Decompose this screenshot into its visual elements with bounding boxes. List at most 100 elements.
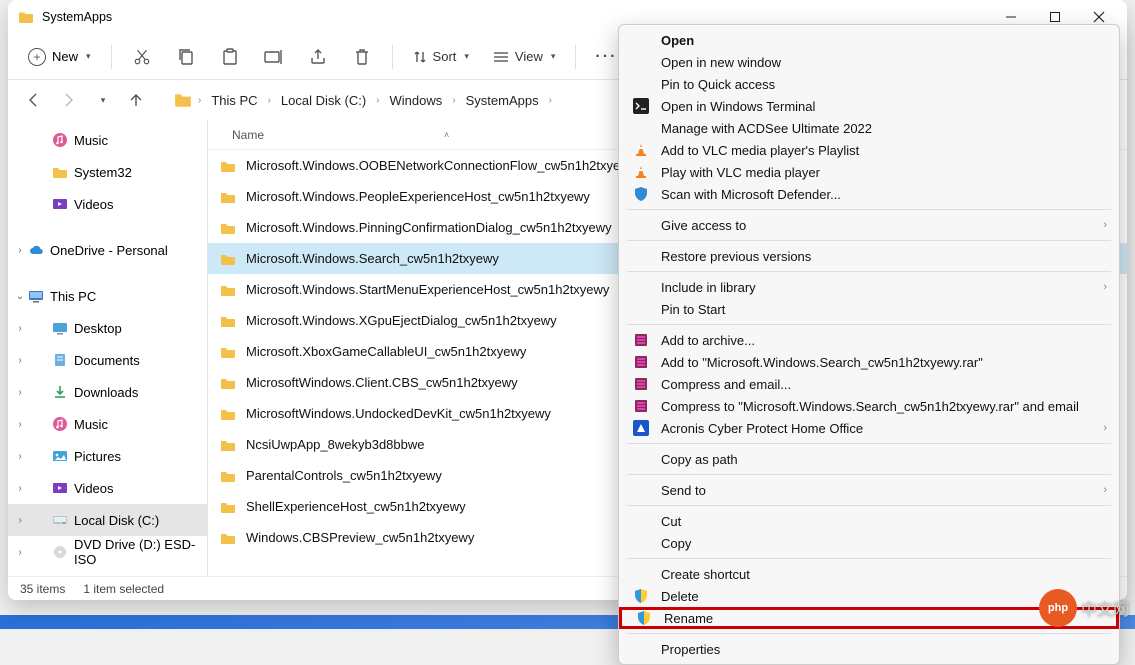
forward-button[interactable]	[52, 84, 84, 116]
menu-item[interactable]: Scan with Microsoft Defender...	[619, 183, 1119, 205]
menu-item[interactable]: Open in Windows Terminal	[619, 95, 1119, 117]
sidebar[interactable]: Music System32Videos › OneDrive - Personal ⌄…	[8, 120, 208, 576]
chevron-right-icon[interactable]: ›	[12, 419, 28, 430]
breadcrumb-item[interactable]: Local Disk (C:)	[277, 91, 370, 110]
menu-item[interactable]: Properties	[619, 638, 1119, 660]
sidebar-item[interactable]: ›Videos	[8, 472, 207, 504]
new-label: New	[52, 49, 78, 64]
chevron-right-icon[interactable]: ›	[12, 245, 28, 256]
watermark-text: 中文网	[1081, 596, 1129, 620]
menu-item[interactable]: Cut	[619, 510, 1119, 532]
sidebar-item[interactable]: ›Local Disk (C:)	[8, 504, 207, 536]
sidebar-item[interactable]: ›Downloads	[8, 376, 207, 408]
sort-button[interactable]: Sort ▾	[403, 43, 479, 70]
menu-item[interactable]: Compress to "Microsoft.Windows.Search_cw…	[619, 395, 1119, 417]
desktop-icon	[52, 320, 68, 336]
menu-separator	[627, 324, 1111, 325]
sidebar-item[interactable]: Music	[8, 124, 207, 156]
menu-item-label: Compress to "Microsoft.Windows.Search_cw…	[661, 399, 1079, 414]
menu-separator	[627, 633, 1111, 634]
sidebar-item-label: Music	[74, 417, 108, 432]
menu-item-label: Properties	[661, 642, 720, 657]
cloud-icon	[28, 242, 44, 258]
sidebar-item[interactable]: ›DVD Drive (D:) ESD-ISO	[8, 536, 207, 568]
menu-item[interactable]: Open	[619, 29, 1119, 51]
menu-item-label: Play with VLC media player	[661, 165, 820, 180]
menu-item[interactable]: Manage with ACDSee Ultimate 2022	[619, 117, 1119, 139]
menu-item[interactable]: Acronis Cyber Protect Home Office›	[619, 417, 1119, 439]
menu-item[interactable]: Compress and email...	[619, 373, 1119, 395]
paste-button[interactable]	[210, 39, 250, 75]
menu-item-label: Cut	[661, 514, 681, 529]
menu-item[interactable]: Copy as path	[619, 448, 1119, 470]
menu-item[interactable]: Give access to›	[619, 214, 1119, 236]
menu-item[interactable]: Play with VLC media player	[619, 161, 1119, 183]
cut-button[interactable]	[122, 39, 162, 75]
recent-dropdown[interactable]: ▾	[86, 84, 118, 116]
menu-item[interactable]: Include in library›	[619, 276, 1119, 298]
chevron-right-icon: ›	[452, 95, 455, 106]
sidebar-item-label: OneDrive - Personal	[50, 243, 168, 258]
vlc-icon	[633, 164, 649, 180]
context-menu[interactable]: OpenOpen in new windowPin to Quick acces…	[618, 24, 1120, 665]
new-button[interactable]: + New ▾	[18, 42, 101, 72]
folder-icon	[220, 344, 236, 360]
sidebar-item[interactable]: › Pictures	[8, 440, 207, 472]
chevron-right-icon: ›	[1103, 484, 1107, 496]
chevron-right-icon[interactable]: ›	[12, 323, 28, 334]
share-button[interactable]	[298, 39, 338, 75]
sidebar-item-label: Pictures	[74, 449, 121, 464]
sidebar-item[interactable]: Videos	[8, 188, 207, 220]
chevron-right-icon[interactable]: ›	[12, 451, 28, 462]
folder-icon	[220, 220, 236, 236]
menu-item[interactable]: Add to "Microsoft.Windows.Search_cw5n1h2…	[619, 351, 1119, 373]
menu-item[interactable]: Restore previous versions	[619, 245, 1119, 267]
downloads-icon	[52, 384, 68, 400]
sidebar-item[interactable]: › Music	[8, 408, 207, 440]
documents-icon	[52, 352, 68, 368]
sidebar-item[interactable]: ›Documents	[8, 344, 207, 376]
sidebar-item[interactable]: ›Desktop	[8, 312, 207, 344]
menu-separator	[627, 558, 1111, 559]
menu-item[interactable]: Pin to Quick access	[619, 73, 1119, 95]
copy-button[interactable]	[166, 39, 206, 75]
chevron-right-icon[interactable]: ›	[12, 547, 28, 558]
chevron-right-icon[interactable]: ›	[12, 515, 28, 526]
chevron-right-icon[interactable]: ›	[12, 483, 28, 494]
menu-item-label: Open in Windows Terminal	[661, 99, 815, 114]
menu-item[interactable]: Create shortcut	[619, 563, 1119, 585]
folder-name: NcsiUwpApp_8wekyb3d8bbwe	[246, 437, 425, 452]
column-name[interactable]: Name	[232, 128, 264, 142]
breadcrumb-item[interactable]: This PC	[207, 91, 261, 110]
menu-item-label: Pin to Start	[661, 302, 725, 317]
menu-item[interactable]: Add to VLC media player's Playlist	[619, 139, 1119, 161]
menu-item[interactable]: Send to›	[619, 479, 1119, 501]
sidebar-item-thispc[interactable]: ⌄ This PC	[8, 280, 207, 312]
view-button[interactable]: View ▾	[483, 43, 565, 70]
folder-name: Microsoft.Windows.OOBENetworkConnectionF…	[246, 158, 636, 173]
breadcrumb-item[interactable]: SystemApps	[462, 91, 543, 110]
sidebar-item-label: Music	[74, 133, 108, 148]
menu-item[interactable]: Pin to Start	[619, 298, 1119, 320]
menu-item[interactable]: Add to archive...	[619, 329, 1119, 351]
sidebar-item[interactable]: System32	[8, 156, 207, 188]
folder-name: Microsoft.Windows.PinningConfirmationDia…	[246, 220, 612, 235]
breadcrumb-item[interactable]: Windows	[386, 91, 447, 110]
sidebar-item-label: This PC	[50, 289, 96, 304]
menu-item[interactable]: Copy	[619, 532, 1119, 554]
chevron-right-icon[interactable]: ›	[12, 387, 28, 398]
delete-button[interactable]	[342, 39, 382, 75]
menu-item-label: Give access to	[661, 218, 746, 233]
menu-item-label: Restore previous versions	[661, 249, 811, 264]
breadcrumb[interactable]: › This PC › Local Disk (C:) › Windows › …	[174, 91, 552, 110]
folder-icon	[174, 91, 192, 109]
sidebar-item-onedrive[interactable]: › OneDrive - Personal	[8, 234, 207, 266]
back-button[interactable]	[18, 84, 50, 116]
chevron-right-icon[interactable]: ›	[12, 355, 28, 366]
chevron-down-icon[interactable]: ⌄	[12, 291, 28, 302]
up-button[interactable]	[120, 84, 152, 116]
menu-item-label: Add to "Microsoft.Windows.Search_cw5n1h2…	[661, 355, 983, 370]
menu-item[interactable]: Open in new window	[619, 51, 1119, 73]
menu-separator	[627, 474, 1111, 475]
rename-button[interactable]	[254, 39, 294, 75]
